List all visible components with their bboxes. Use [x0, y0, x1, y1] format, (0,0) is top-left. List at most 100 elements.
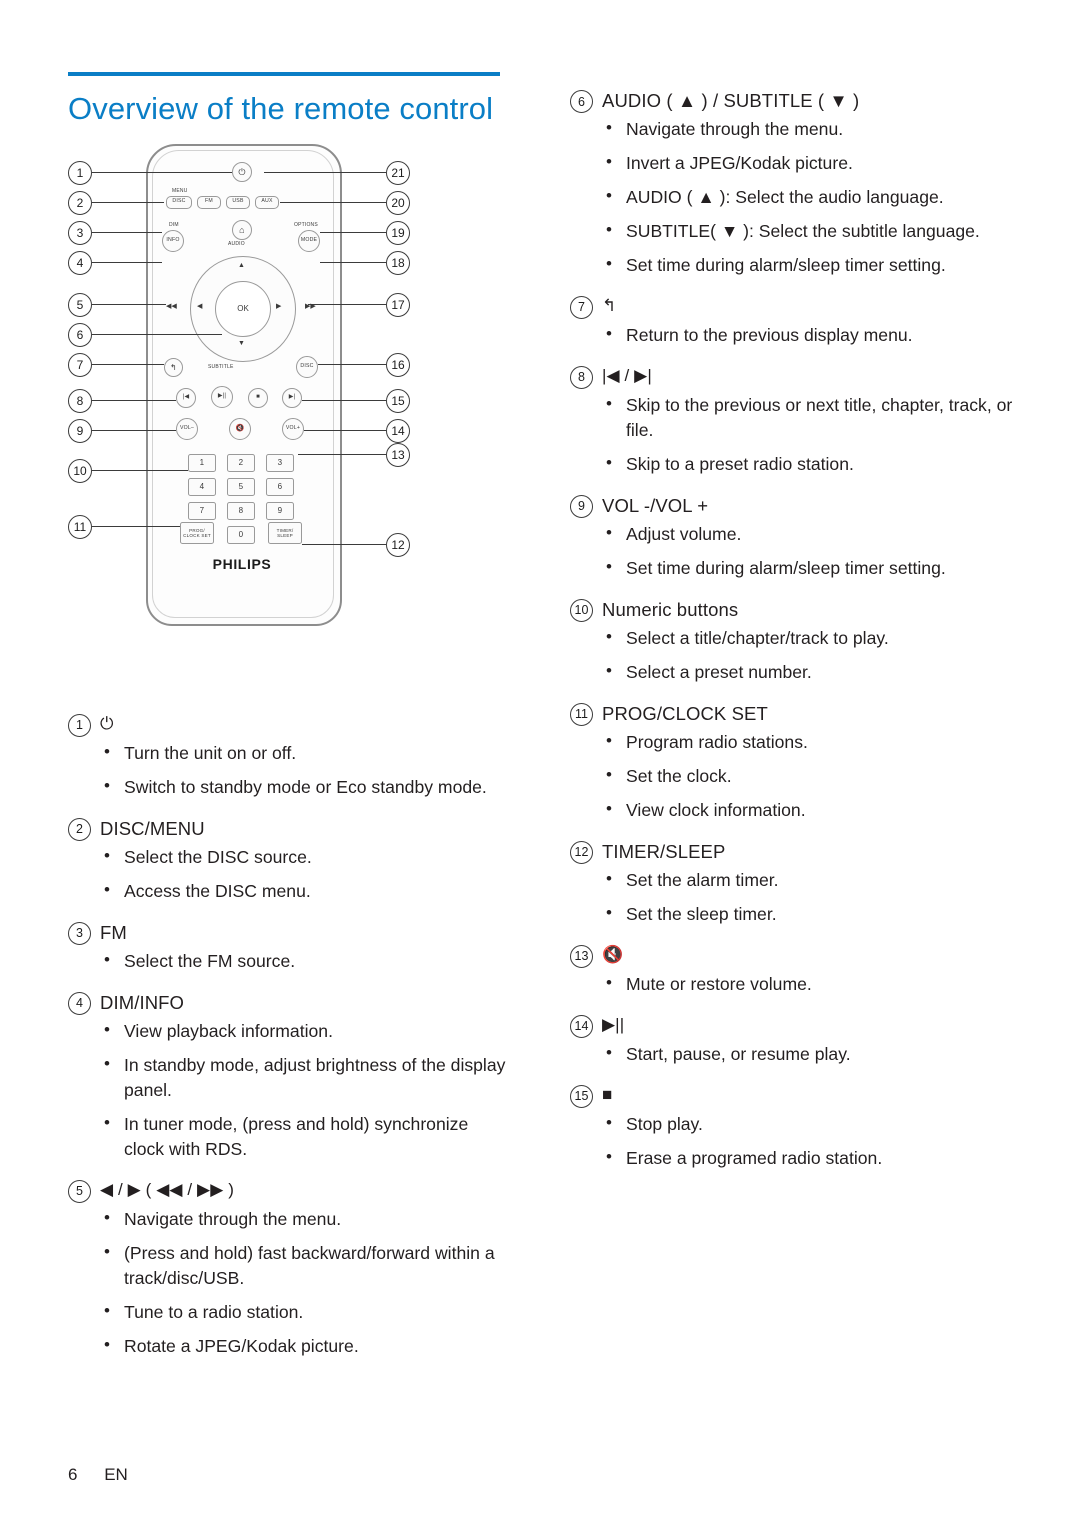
left-item-list: 1⏻Turn the unit on or off.Switch to stan… — [68, 712, 508, 1359]
item-label: ↰ — [602, 295, 617, 315]
item-label: AUDIO ( ▲ ) / SUBTITLE ( ▼ ) — [602, 90, 860, 111]
remote-volume-up-button: VOL+ — [282, 417, 304, 440]
remote-fm-button: FM — [197, 195, 221, 209]
item-number-badge: 4 — [68, 991, 91, 1015]
remote-num1-button: 1 — [188, 453, 216, 472]
bullet-item: Stop play. — [602, 1111, 1020, 1137]
brand-logo: PHILIPS — [212, 555, 272, 572]
remote-disc-button: DISC — [166, 195, 192, 209]
bullet-item: View playback information. — [100, 1018, 508, 1044]
remote-left-icon: ◀ — [197, 302, 203, 310]
callout-10: 10 — [68, 458, 92, 483]
callout-19: 19 — [386, 220, 410, 245]
remote-right-icon: ▶ — [276, 302, 282, 310]
leader-15 — [302, 399, 386, 401]
leader-16 — [318, 363, 386, 365]
left-column: Overview of the remote control ⏻ MENU DI… — [68, 72, 508, 1358]
remote-subtitle-label: SUBTITLE — [208, 363, 234, 370]
bullet-item: View clock information. — [602, 797, 1020, 823]
remote-num7-button: 7 — [188, 501, 216, 520]
bullet-item: Set time during alarm/sleep timer settin… — [602, 555, 1020, 581]
item-number-badge: 13 — [570, 944, 593, 968]
remote-rewind-icon: ◀◀ — [166, 302, 177, 310]
item-bullet-list: Stop play. Erase a programed radio statio… — [570, 1111, 1020, 1171]
callout-7: 7 — [68, 352, 92, 377]
bullet-item: Return to the previous display menu. — [602, 322, 1020, 348]
bullet-item: Program radio stations. — [602, 729, 1020, 755]
callout-11: 11 — [68, 514, 92, 539]
remote-volume-down-button: VOL– — [176, 417, 198, 440]
remote-num0-button: 0 — [227, 525, 255, 544]
leader-5 — [92, 303, 166, 305]
page-title: Overview of the remote control — [68, 91, 494, 126]
remote-audio-label: AUDIO — [228, 240, 245, 247]
remote-play-pause-button: ▶|| — [211, 385, 233, 408]
leader-21 — [264, 171, 386, 173]
footer-language: EN — [104, 1465, 128, 1484]
item-number-badge: 7 — [570, 295, 593, 319]
remote-function-item: 1⏻Turn the unit on or off.Switch to stan… — [68, 712, 508, 800]
item-number-badge: 10 — [570, 598, 593, 622]
remote-usb-button: USB — [226, 195, 250, 209]
remote-function-item: 10 Numeric buttons Select a title/chapter/… — [570, 597, 1020, 685]
callout-18: 18 — [386, 250, 410, 275]
leader-10 — [92, 469, 188, 471]
callout-14: 14 — [386, 418, 410, 443]
leader-9 — [92, 429, 176, 431]
remote-function-item: 8 |◀ / ▶| Skip to the previous or next tit… — [570, 364, 1020, 477]
remote-aux-button: AUX — [255, 195, 279, 209]
leader-19 — [320, 231, 386, 233]
remote-up-icon: ▲ — [238, 261, 245, 269]
bullet-item: Select the FM source. — [100, 948, 508, 974]
remote-function-item: 6 AUDIO ( ▲ ) / SUBTITLE ( ▼ ) Navigate th… — [570, 88, 1020, 278]
item-header: 5 ◀ / ▶ ( ◀◀ / ▶▶ ) — [68, 1178, 508, 1203]
bullet-item: Tune to a radio station. — [100, 1299, 508, 1325]
item-bullet-list: Select the DISC source. Access the DISC m… — [68, 844, 508, 904]
bullet-item: Select a preset number. — [602, 659, 1020, 685]
leader-20 — [280, 201, 386, 203]
remote-function-item: 13 🔇 Mute or restore volume. — [570, 943, 1020, 997]
item-bullet-list: Program radio stations. Set the clock. Vie… — [570, 729, 1020, 823]
item-header: 15 ■ — [570, 1083, 1020, 1108]
remote-down-icon: ▼ — [238, 339, 245, 347]
item-label: DISC/MENU — [100, 817, 205, 839]
item-header: 6 AUDIO ( ▲ ) / SUBTITLE ( ▼ ) — [570, 88, 1020, 113]
callout-1: 1 — [68, 160, 92, 185]
item-header: 12 TIMER/SLEEP — [570, 839, 1020, 864]
remote-function-item: 2 DISC/MENU Select the DISC source. Access … — [68, 816, 508, 904]
remote-back-button: ↰ — [164, 357, 183, 377]
callout-4: 4 — [68, 250, 92, 275]
item-bullet-list: View playback information. In standby mod… — [68, 1018, 508, 1162]
remote-mute-button: 🔇 — [229, 417, 251, 440]
remote-num9-button: 9 — [266, 501, 294, 520]
item-header: 8 |◀ / ▶| — [570, 364, 1020, 389]
bullet-item: Select a title/chapter/track to play. — [602, 625, 1020, 651]
item-number-badge: 6 — [570, 90, 593, 113]
bullet-item: Set the sleep timer. — [602, 901, 1020, 927]
item-header: 7 ↰ — [570, 294, 1020, 319]
item-header: 1 ⏻ — [68, 712, 508, 737]
bullet-item: AUDIO ( ▲ ): Select the audio language. — [602, 184, 1020, 210]
manual-page: Overview of the remote control ⏻ MENU DI… — [0, 0, 1080, 1527]
bullet-item: Invert a JPEG/Kodak picture. — [602, 150, 1020, 176]
bullet-item: Skip to the previous or next title, chap… — [602, 392, 1020, 443]
remote-function-item: 15 ■ Stop play. Erase a programed radio sta… — [570, 1083, 1020, 1171]
item-label: TIMER/SLEEP — [602, 840, 726, 862]
remote-prog-clock-set-button: PROG/ CLOCK SET — [180, 521, 214, 544]
remote-disc-menu-button: DISC — [296, 355, 318, 378]
leader-3 — [92, 231, 162, 233]
item-header: 2 DISC/MENU — [68, 816, 508, 841]
bullet-item: Mute or restore volume. — [602, 971, 1020, 997]
item-bullet-list: Navigate through the menu. (Press and hol… — [68, 1206, 508, 1359]
bullet-item: Skip to a preset radio station. — [602, 451, 1020, 477]
bullet-item: Set time during alarm/sleep timer settin… — [602, 252, 1020, 278]
item-header: 14 ▶|| — [570, 1013, 1020, 1038]
leader-2 — [92, 201, 164, 203]
leader-18 — [320, 261, 386, 263]
callout-15: 15 — [386, 388, 410, 413]
callout-16: 16 — [386, 352, 410, 377]
item-number-badge: 11 — [570, 702, 593, 726]
item-header: 9 VOL -/VOL + — [570, 493, 1020, 518]
callout-12: 12 — [386, 532, 410, 557]
item-label: FM — [100, 921, 127, 943]
